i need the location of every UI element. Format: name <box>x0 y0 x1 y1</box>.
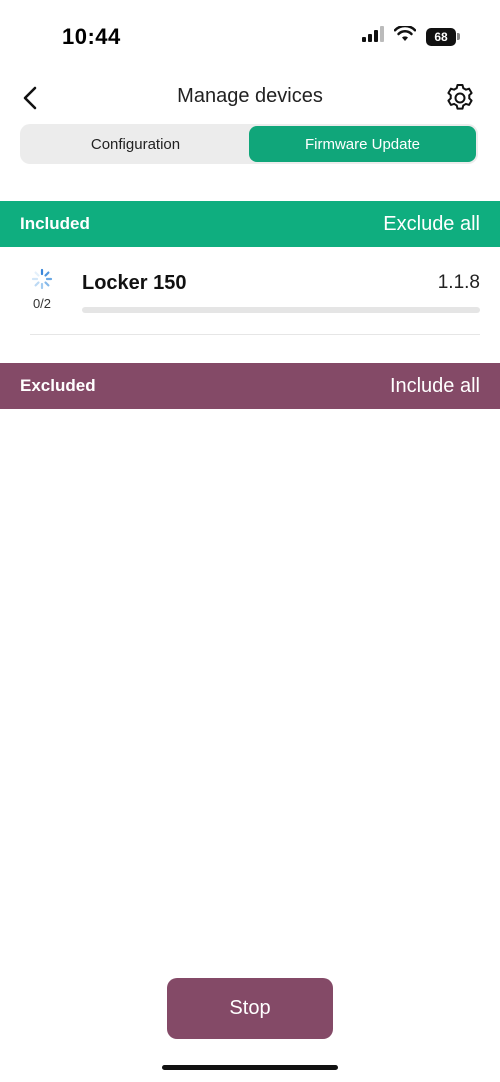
excluded-title: Excluded <box>20 376 96 395</box>
spinner-icon <box>31 268 53 290</box>
device-status: 0/2 <box>30 268 54 311</box>
battery-tip <box>457 33 460 40</box>
tab-firmware-update[interactable]: Firmware Update <box>249 126 476 162</box>
device-progress-text: 0/2 <box>32 296 52 311</box>
signal-icon <box>362 26 384 47</box>
wifi-icon <box>393 24 417 47</box>
device-row[interactable]: 0/2 Locker 150 1.1.8 <box>30 258 480 335</box>
device-version: 1.1.8 <box>437 272 480 293</box>
status-bar: 10:44 68 <box>0 0 500 72</box>
status-icons: 68 <box>362 24 460 47</box>
excluded-section-header: Excluded Include all <box>0 363 500 409</box>
status-time: 10:44 <box>62 24 121 49</box>
stop-button[interactable]: Stop <box>167 978 333 1039</box>
exclude-all-button[interactable]: Exclude all <box>383 213 480 236</box>
included-title: Included <box>20 214 90 233</box>
included-section-header: Included Exclude all <box>0 201 500 247</box>
screen: 10:44 68 Manage devices Configuration Fi… <box>0 0 500 1082</box>
device-name: Locker 150 <box>82 272 187 294</box>
tab-configuration[interactable]: Configuration <box>22 126 249 162</box>
include-all-button[interactable]: Include all <box>390 375 480 398</box>
battery-icon: 68 <box>426 27 460 46</box>
page-title: Manage devices <box>177 85 323 107</box>
gear-icon <box>447 84 473 110</box>
battery-level: 68 <box>426 27 456 46</box>
tab-bar: Configuration Firmware Update <box>20 124 478 164</box>
header: Manage devices <box>0 76 500 120</box>
home-indicator <box>162 1065 338 1070</box>
settings-button[interactable] <box>442 80 478 116</box>
device-progress-bar <box>82 307 480 313</box>
